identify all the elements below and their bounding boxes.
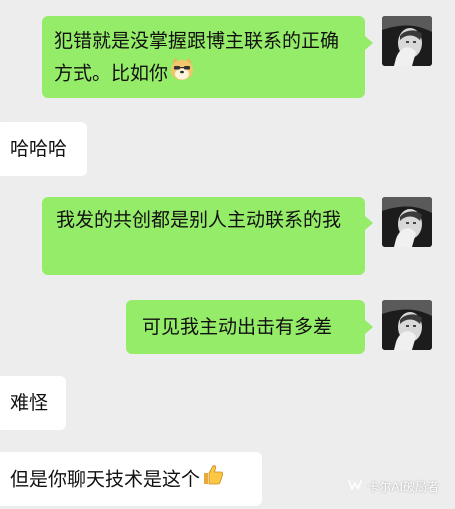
wechat-channel-icon (348, 479, 363, 494)
message-text: 犯错就是没掌握跟博主联系的正确方式。比如你 (54, 30, 340, 85)
bubble-tail (365, 320, 373, 334)
doge-emoji-icon (169, 57, 195, 91)
chat-message-received[interactable]: 难怪 (0, 376, 66, 430)
chat-message-sent[interactable]: 我发的共创都是别人主动联系的我 (42, 197, 365, 275)
message-text: 可见我主动出击有多差 (142, 316, 333, 338)
bubble-tail (365, 36, 373, 50)
message-text: 难怪 (10, 392, 49, 414)
channel-watermark: 卡尔AI破局者 (348, 478, 439, 495)
message-text: 哈哈哈 (10, 138, 68, 160)
chat-message-sent[interactable]: 犯错就是没掌握跟博主联系的正确方式。比如你 (42, 16, 365, 98)
watermark-text: 卡尔AI破局者 (367, 480, 439, 494)
chat-message-received[interactable]: 但是你聊天技术是这个 (0, 452, 262, 506)
chat-message-sent[interactable]: 可见我主动出击有多差 (126, 300, 365, 354)
user-avatar[interactable] (382, 300, 432, 350)
chat-message-received[interactable]: 哈哈哈 (0, 122, 87, 176)
message-text: 但是你聊天技术是这个 (10, 468, 201, 491)
message-text: 我发的共创都是别人主动联系的我 (56, 209, 342, 231)
bubble-tail (365, 216, 373, 230)
user-avatar[interactable] (382, 197, 432, 247)
user-avatar[interactable] (382, 16, 432, 66)
thumbs-up-emoji-icon (201, 463, 225, 497)
